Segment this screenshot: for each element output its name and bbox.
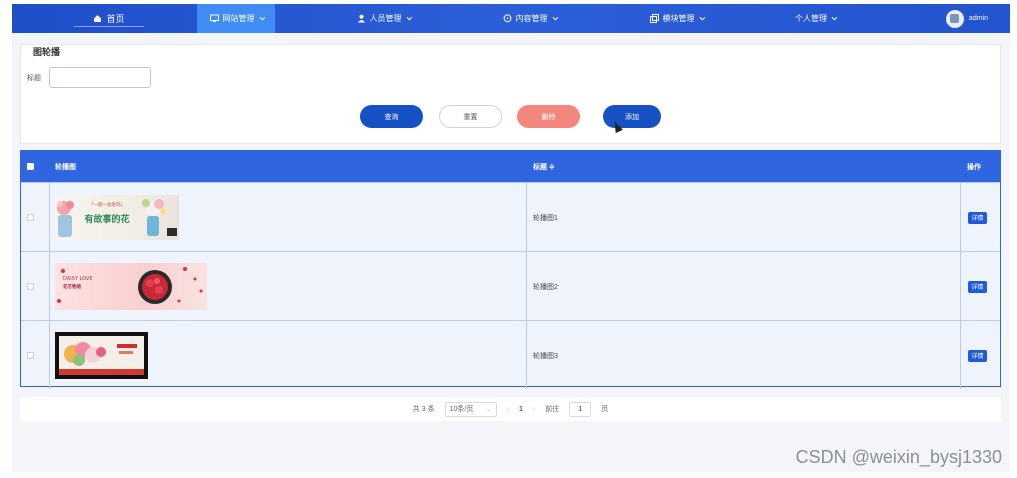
thumbnail-subtitle: 「一期一会系列」 <box>89 201 125 208</box>
pagination: 共 3 条 10条/页 ⌄ ‹ 1 › 前往 1 页 <box>20 397 1001 421</box>
nav-content-management-label: 内容管理 <box>515 14 548 23</box>
title-cell: 轮播图1 <box>533 214 558 222</box>
monitor-icon <box>209 14 219 23</box>
column-divider <box>526 252 527 320</box>
column-divider <box>526 321 527 389</box>
title-search-input[interactable] <box>49 67 151 88</box>
title-cell: 轮播图3 <box>533 352 558 360</box>
nav-module-management-label: 模块管理 <box>662 14 695 23</box>
chevron-down-icon <box>259 14 265 20</box>
nav-content-management[interactable]: 内容管理 <box>490 4 568 33</box>
image-cell: DAISY LOVE 花艺物语 <box>55 252 207 321</box>
table-row: 「一期一会系列」 有故事的花 轮播图1 详情 <box>21 182 1000 251</box>
query-button[interactable]: 查询 <box>360 105 423 128</box>
column-header-title[interactable]: 标题 ≑ <box>533 151 555 182</box>
chevron-down-icon <box>831 14 838 20</box>
column-header-actions: 操作 <box>967 163 981 171</box>
image-cell <box>55 321 148 390</box>
chevron-down-icon <box>699 14 705 20</box>
title-cell: 轮播图2 <box>533 283 558 291</box>
column-divider <box>49 183 50 251</box>
copy-icon <box>649 14 659 23</box>
thumbnail-headline: 有故事的花 <box>84 213 129 225</box>
page-size-value: 10条/页 <box>449 406 474 413</box>
column-divider <box>960 252 961 320</box>
detail-button[interactable]: 详情 <box>968 280 987 293</box>
nav-home-underline <box>74 26 144 27</box>
image-cell: 「一期一会系列」 有故事的花 <box>55 183 179 252</box>
nav-people-management-label: 人员管理 <box>369 14 402 23</box>
detail-button[interactable]: 详情 <box>968 349 987 362</box>
column-divider <box>49 321 50 389</box>
nav-website-management[interactable]: 网站管理 <box>197 4 275 33</box>
chevron-down-icon <box>406 14 412 20</box>
actions-cell: 详情 <box>968 183 987 252</box>
nav-personal-management-label: 个人管理 <box>795 14 827 23</box>
nav-home-label: 首页 <box>106 14 125 24</box>
page-number[interactable]: 1 <box>519 406 523 413</box>
goto-page-input[interactable]: 1 <box>569 401 592 417</box>
avatar <box>945 9 964 28</box>
nav-personal-management[interactable]: 个人管理 <box>780 4 850 33</box>
delete-button[interactable]: 删除 <box>517 105 580 128</box>
chevron-down-icon: ⌄ <box>485 406 492 413</box>
prev-page-icon[interactable]: ‹ <box>507 406 509 413</box>
username: admin <box>968 15 988 22</box>
row-select-cell <box>27 321 34 390</box>
row-checkbox[interactable] <box>27 283 34 290</box>
page-suffix: 页 <box>601 406 609 413</box>
carousel-thumbnail[interactable]: 「一期一会系列」 有故事的花 <box>55 195 179 240</box>
title-field-label: 标题 <box>27 75 41 82</box>
row-select-cell <box>27 252 34 321</box>
select-all-checkbox[interactable] <box>27 163 34 170</box>
carousel-thumbnail[interactable] <box>55 332 148 379</box>
column-divider <box>49 252 50 320</box>
thumbnail-subtitle: 花艺物语 <box>63 283 81 290</box>
watermark: CSDN @weixin_bysj1330 <box>795 447 1002 467</box>
chevron-down-icon <box>552 14 558 20</box>
column-divider <box>960 321 961 389</box>
row-checkbox[interactable] <box>27 214 34 221</box>
row-select-cell <box>27 183 34 252</box>
actions-cell: 详情 <box>968 252 987 321</box>
thumbnail-headline: DAISY LOVE <box>63 276 93 282</box>
nav-people-management[interactable]: 人员管理 <box>344 4 422 33</box>
chat-icon <box>503 14 512 23</box>
row-checkbox[interactable] <box>27 352 34 359</box>
top-navbar: 首页 网站管理 人员管理 内容管理 模块管理 个人管理 admin <box>12 4 1010 33</box>
user-icon <box>357 14 366 23</box>
column-header-image: 轮播图 <box>55 163 76 171</box>
app-window: 首页 网站管理 人员管理 内容管理 模块管理 个人管理 admin 图轮播 标题… <box>12 4 1010 472</box>
image-icon <box>950 14 960 23</box>
table-row: 轮播图3 详情 <box>21 320 1000 389</box>
column-divider <box>960 183 961 251</box>
carousel-thumbnail[interactable]: DAISY LOVE 花艺物语 <box>55 263 207 310</box>
detail-button[interactable]: 详情 <box>968 211 987 224</box>
next-page-icon[interactable]: › <box>533 406 535 413</box>
actions-cell: 详情 <box>968 321 987 390</box>
page-size-select[interactable]: 10条/页 ⌄ <box>444 401 497 417</box>
table-row: DAISY LOVE 花艺物语 轮播图2 详情 <box>21 251 1000 320</box>
home-icon <box>93 14 102 23</box>
page-title: 图轮播 <box>33 47 61 57</box>
carousel-table: 轮播图 标题 ≑ 操作 「一期一会系列」 有故事的花 轮播图1 详情 DAISY… <box>20 150 1001 389</box>
nav-module-management[interactable]: 模块管理 <box>637 4 715 33</box>
select-all-cell <box>27 151 34 182</box>
search-panel: 图轮播 标题 查询 重置 删除 添加 <box>20 44 1001 144</box>
column-divider <box>526 183 527 251</box>
reset-button[interactable]: 重置 <box>439 105 502 128</box>
table-header: 轮播图 标题 ≑ 操作 <box>21 151 1000 182</box>
user-menu[interactable]: admin <box>945 4 988 33</box>
total-count: 共 3 条 <box>412 406 435 413</box>
nav-home[interactable]: 首页 <box>74 4 144 33</box>
nav-website-management-label: 网站管理 <box>222 14 255 23</box>
goto-label: 前往 <box>545 406 560 413</box>
